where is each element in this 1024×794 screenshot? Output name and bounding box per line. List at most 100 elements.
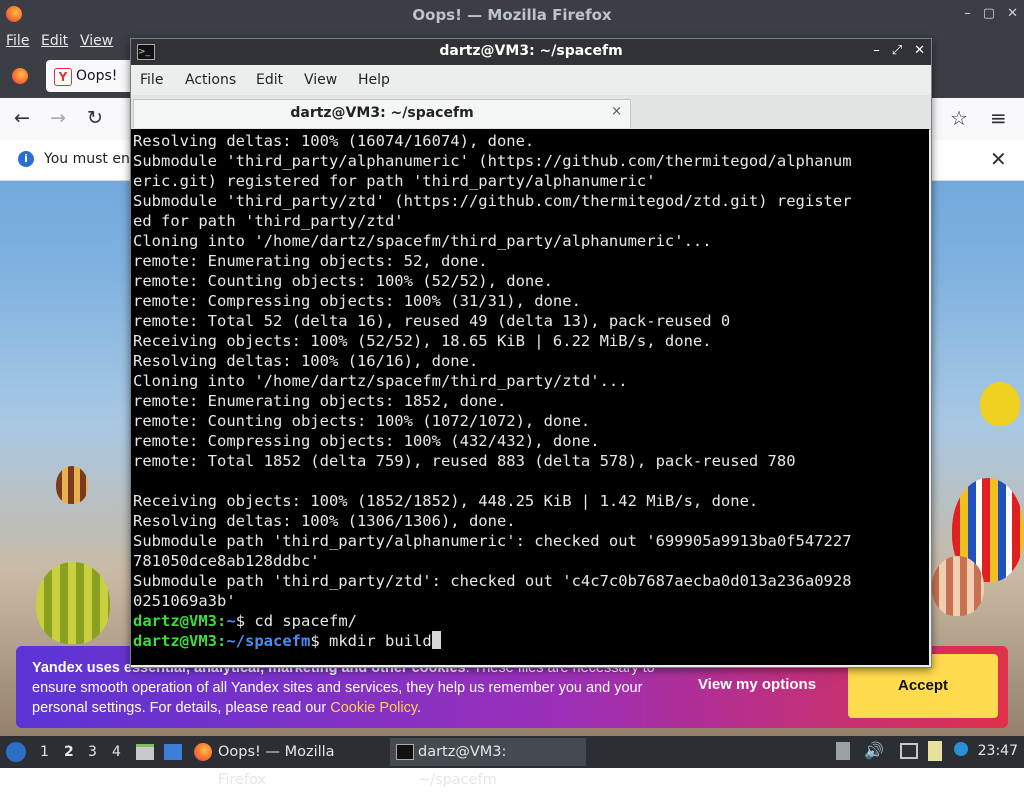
back-icon[interactable]: ← <box>14 107 30 129</box>
terminal-titlebar[interactable]: >_ dartz@VM3: ~/spacefm – ⤢ ✕ <box>131 39 931 65</box>
terminal-menu-edit[interactable]: Edit <box>256 72 283 88</box>
terminal-line: Resolving deltas: 100% (16074/16074), do… <box>133 132 535 150</box>
balloon-decoration <box>980 382 1020 426</box>
prompt-user: dartz@VM3 <box>133 612 217 630</box>
maximize-icon[interactable]: ▢ <box>983 6 995 21</box>
workspace-3[interactable]: 3 <box>88 744 97 760</box>
taskbar-clock: 23:47 <box>977 743 1018 759</box>
prompt-path: ~/spacefm <box>226 632 311 650</box>
terminal-prompt-line: dartz@VM3:~$ cd spacefm/ <box>133 611 852 631</box>
clipboard-icon[interactable] <box>928 741 942 761</box>
firefox-menu-view[interactable]: View <box>80 33 113 49</box>
terminal-line: remote: Counting objects: 100% (52/52), … <box>133 272 553 290</box>
balloon-decoration <box>932 556 984 616</box>
prompt-cmd: cd spacefm/ <box>254 612 358 630</box>
workspace-1[interactable]: 1 <box>40 744 49 760</box>
terminal-line: Submodule path 'third_party/ztd': checke… <box>133 572 852 590</box>
terminal-menu-help[interactable]: Help <box>358 72 390 88</box>
tab-close-icon[interactable]: × <box>611 104 622 119</box>
terminal-line: Resolving deltas: 100% (16/16), done. <box>133 352 479 370</box>
firefox-menu-edit[interactable]: Edit <box>41 33 68 49</box>
terminal-line: ed for path 'third_party/ztd' <box>133 212 404 230</box>
balloon-decoration <box>36 562 110 644</box>
terminal-line: Submodule 'third_party/alphanumeric' (ht… <box>133 152 852 170</box>
notification-icon[interactable] <box>954 742 968 756</box>
terminal-line: remote: Enumerating objects: 1852, done. <box>133 392 507 410</box>
maximize-icon[interactable]: ⤢ <box>892 43 902 58</box>
terminal-menubar: File Actions Edit View Help <box>131 65 931 95</box>
scroll-indicator-icon[interactable] <box>836 742 850 760</box>
terminal-line: remote: Total 52 (delta 16), reused 49 (… <box>133 312 731 330</box>
terminal-output: Resolving deltas: 100% (16074/16074), do… <box>133 131 852 651</box>
close-icon[interactable]: ✕ <box>1007 6 1018 21</box>
terminal-line: Receiving objects: 100% (52/52), 18.65 K… <box>133 332 712 350</box>
close-icon[interactable]: ✕ <box>914 43 925 58</box>
info-icon: i <box>18 151 34 167</box>
prompt-cmd: mkdir build <box>329 632 432 650</box>
terminal-tabbar: dartz@VM3: ~/spacefm × <box>131 95 931 130</box>
prompt-path: ~ <box>226 612 236 630</box>
terminal-icon <box>396 744 414 760</box>
yandex-icon: Y <box>54 68 72 86</box>
bookmark-star-icon[interactable]: ☆ <box>950 106 968 130</box>
firefox-titlebar: Oops! — Mozilla Firefox – ▢ ✕ <box>0 0 1024 30</box>
terminal-line: remote: Enumerating objects: 52, done. <box>133 252 488 270</box>
balloon-decoration <box>56 466 88 504</box>
terminal-line: Resolving deltas: 100% (1306/1306), done… <box>133 512 516 530</box>
show-desktop-icon[interactable] <box>164 744 182 760</box>
prompt-user: dartz@VM3 <box>133 632 217 650</box>
terminal-line: Submodule path 'third_party/alphanumeric… <box>133 532 852 550</box>
terminal-menu-view[interactable]: View <box>304 72 337 88</box>
terminal-cursor <box>431 631 441 649</box>
cookie-policy-link[interactable]: Cookie Policy <box>330 700 417 716</box>
start-menu-icon[interactable] <box>6 742 26 762</box>
terminal-line: 781050dce8ab128ddbc' <box>133 552 320 570</box>
terminal-window-controls: – ⤢ ✕ <box>873 43 925 58</box>
taskbar-terminal-button[interactable]: dartz@VM3: ~/spacefm <box>390 738 586 788</box>
terminal-line: remote: Counting objects: 100% (1072/107… <box>133 412 591 430</box>
terminal-line: Cloning into '/home/dartz/spacefm/third_… <box>133 232 712 250</box>
forward-icon[interactable]: → <box>50 107 66 129</box>
firefox-window-title: Oops! — Mozilla Firefox <box>412 6 612 24</box>
terminal-window: >_ dartz@VM3: ~/spacefm – ⤢ ✕ File Actio… <box>130 38 932 668</box>
reload-icon[interactable]: ↻ <box>87 107 103 129</box>
taskbar-firefox-button[interactable]: Oops! — Mozilla Firefox <box>192 738 386 788</box>
hamburger-menu-icon[interactable]: ≡ <box>990 106 1007 130</box>
network-icon[interactable] <box>900 743 918 759</box>
workspace-2[interactable]: 2 <box>64 744 74 760</box>
workspace-4[interactable]: 4 <box>112 744 121 760</box>
prompt-sign: $ <box>235 612 255 630</box>
terminal-menu-file[interactable]: File <box>140 72 163 88</box>
firefox-icon <box>194 743 212 761</box>
terminal-screen[interactable]: Resolving deltas: 100% (16074/16074), do… <box>131 129 929 665</box>
terminal-line: Submodule 'third_party/ztd' (https://git… <box>133 192 852 210</box>
prompt-sep: : <box>217 612 227 630</box>
prompt-sign: $ <box>310 632 330 650</box>
firefox-tab-label: Oops! <box>76 68 118 84</box>
terminal-line: eric.git) registered for path 'third_par… <box>133 172 656 190</box>
firefox-window-controls: – ▢ ✕ <box>964 6 1018 21</box>
notice-text: You must ena <box>44 151 139 167</box>
terminal-line: remote: Compressing objects: 100% (31/31… <box>133 292 581 310</box>
taskbar: 1 2 3 4 Oops! — Mozilla Firefox dartz@VM… <box>0 736 1024 788</box>
terminal-line: remote: Total 1852 (delta 759), reused 8… <box>133 452 796 470</box>
terminal-line: Receiving objects: 100% (1852/1852), 448… <box>133 492 759 510</box>
notice-close-icon[interactable]: ✕ <box>990 147 1007 171</box>
terminal-line: remote: Compressing objects: 100% (432/4… <box>133 432 600 450</box>
firefox-menu-file[interactable]: File <box>6 33 29 49</box>
terminal-line: 0251069a3b' <box>133 592 236 610</box>
terminal-tab[interactable]: dartz@VM3: ~/spacefm × <box>133 99 631 128</box>
minimize-icon[interactable]: – <box>964 6 971 21</box>
minimize-icon[interactable]: – <box>873 43 880 58</box>
terminal-tab-label: dartz@VM3: ~/spacefm <box>290 105 474 121</box>
file-manager-icon[interactable] <box>136 744 154 760</box>
terminal-prompt-line: dartz@VM3:~/spacefm$ mkdir build <box>133 631 852 651</box>
firefox-icon <box>12 68 28 84</box>
prompt-sep: : <box>217 632 227 650</box>
terminal-menu-actions[interactable]: Actions <box>185 72 236 88</box>
volume-icon[interactable]: 🔊 <box>864 741 884 760</box>
terminal-line: Cloning into '/home/dartz/spacefm/third_… <box>133 372 628 390</box>
view-options-button[interactable]: View my options <box>682 676 832 693</box>
terminal-window-title: dartz@VM3: ~/spacefm <box>439 43 623 59</box>
